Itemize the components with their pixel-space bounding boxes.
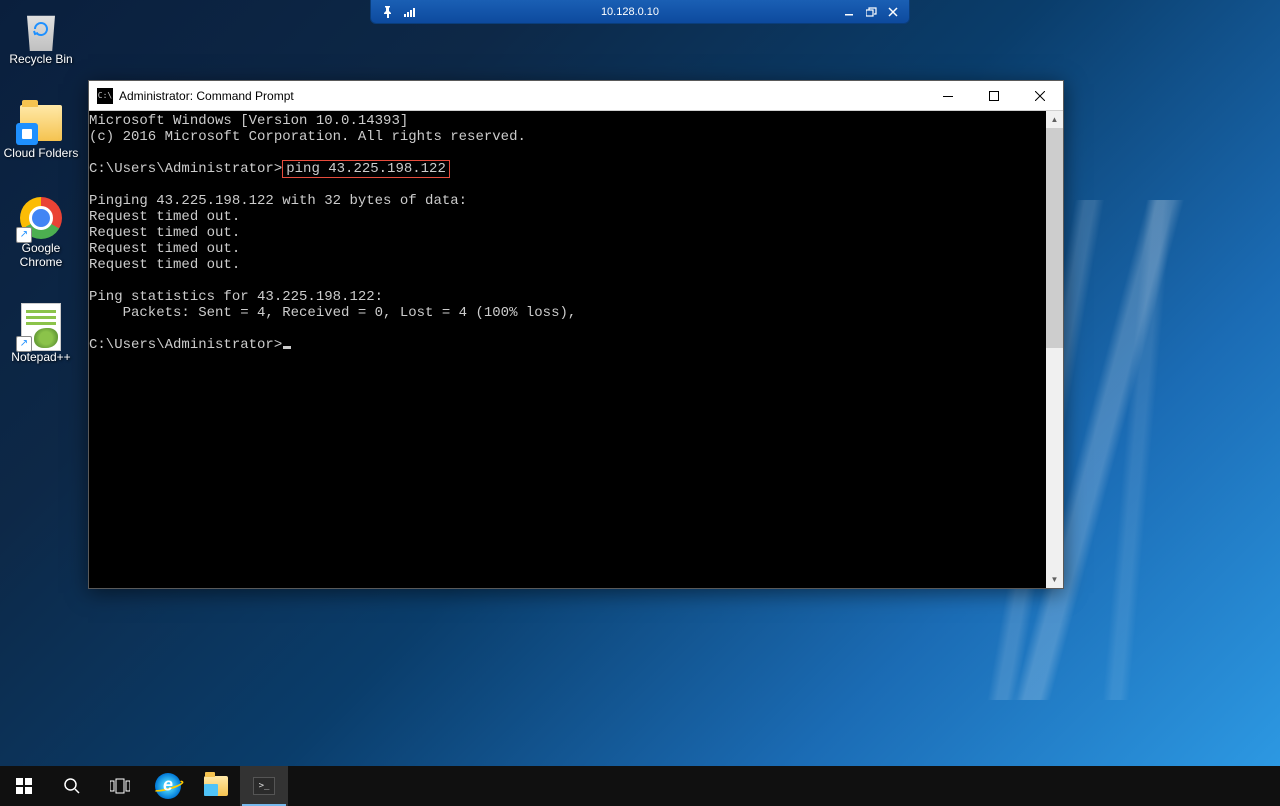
notepadpp-label: Notepad++ [11, 350, 70, 364]
cmd-taskbar-icon: >_ [253, 777, 275, 795]
cmd-body-wrap: Microsoft Windows [Version 10.0.14393] (… [89, 111, 1063, 588]
cloud-folders-image [20, 102, 62, 144]
chrome-image: ↗ [20, 197, 62, 239]
cmd-window-title: Administrator: Command Prompt [119, 89, 925, 103]
cmd-maximize-button[interactable] [971, 81, 1017, 110]
cloud-folders-label: Cloud Folders [4, 146, 79, 160]
rdp-bar-controls [833, 4, 909, 20]
notepadpp-image: ↗ [20, 306, 62, 348]
chrome-label: Google Chrome [2, 241, 80, 270]
ie-icon [155, 773, 181, 799]
cmd-line: Request timed out. [89, 209, 240, 225]
rdp-bar-left [371, 5, 427, 19]
cmd-prompt: C:\Users\Administrator> [89, 161, 282, 177]
cmd-line: (c) 2016 Microsoft Corporation. All righ… [89, 129, 526, 145]
cmd-window-controls [925, 81, 1063, 110]
highlighted-command: ping 43.225.198.122 [282, 160, 450, 178]
rdp-close-button[interactable] [883, 4, 903, 20]
recycle-bin-label: Recycle Bin [9, 52, 72, 66]
recycle-bin-image [20, 8, 62, 50]
cmd-line: Packets: Sent = 4, Received = 0, Lost = … [89, 305, 576, 321]
rdp-restore-button[interactable] [861, 4, 881, 20]
scroll-down-button[interactable]: ▼ [1046, 571, 1063, 588]
cloud-folders-icon[interactable]: Cloud Folders [2, 98, 80, 164]
cmd-line: Request timed out. [89, 257, 240, 273]
pin-icon[interactable] [381, 5, 395, 19]
recycle-bin-icon[interactable]: Recycle Bin [2, 4, 80, 70]
rdp-minimize-button[interactable] [839, 4, 859, 20]
cmd-minimize-button[interactable] [925, 81, 971, 110]
taskbar-ie-button[interactable] [144, 766, 192, 806]
start-button[interactable] [0, 766, 48, 806]
shortcut-arrow-icon: ↗ [16, 227, 32, 243]
cmd-scrollbar[interactable]: ▲ ▼ [1046, 111, 1063, 588]
desktop-icons-area: Recycle Bin Cloud Folders ↗ Google Chrom… [2, 4, 80, 368]
taskbar[interactable]: >_ [0, 766, 1280, 806]
desktop: 10.128.0.10 Recycle Bin Cloud Folders ↗ [0, 0, 1280, 806]
chrome-icon[interactable]: ↗ Google Chrome [2, 193, 80, 274]
shortcut-arrow-icon: ↗ [16, 336, 32, 352]
scroll-up-button[interactable]: ▲ [1046, 111, 1063, 128]
task-view-button[interactable] [96, 766, 144, 806]
cmd-window-icon: C:\ [97, 88, 113, 104]
rdp-ip-label: 10.128.0.10 [427, 6, 833, 18]
file-explorer-icon [204, 776, 228, 796]
scroll-thumb[interactable] [1046, 128, 1063, 348]
cmd-line: Microsoft Windows [Version 10.0.14393] [89, 113, 408, 129]
rdp-connection-bar[interactable]: 10.128.0.10 [370, 0, 910, 24]
cmd-titlebar[interactable]: C:\ Administrator: Command Prompt [89, 81, 1063, 111]
notepadpp-icon[interactable]: ↗ Notepad++ [2, 302, 80, 368]
taskbar-cmd-button[interactable]: >_ [240, 766, 288, 806]
command-prompt-window[interactable]: C:\ Administrator: Command Prompt Micros… [88, 80, 1064, 589]
cmd-prompt: C:\Users\Administrator> [89, 337, 282, 353]
cmd-terminal-output[interactable]: Microsoft Windows [Version 10.0.14393] (… [89, 111, 1046, 588]
cmd-cursor [283, 346, 291, 349]
cmd-line: Ping statistics for 43.225.198.122: [89, 289, 383, 305]
cmd-line: Request timed out. [89, 241, 240, 257]
cmd-line: Request timed out. [89, 225, 240, 241]
cmd-close-button[interactable] [1017, 81, 1063, 110]
signal-icon [403, 5, 417, 19]
search-button[interactable] [48, 766, 96, 806]
taskbar-explorer-button[interactable] [192, 766, 240, 806]
cmd-line: Pinging 43.225.198.122 with 32 bytes of … [89, 193, 467, 209]
